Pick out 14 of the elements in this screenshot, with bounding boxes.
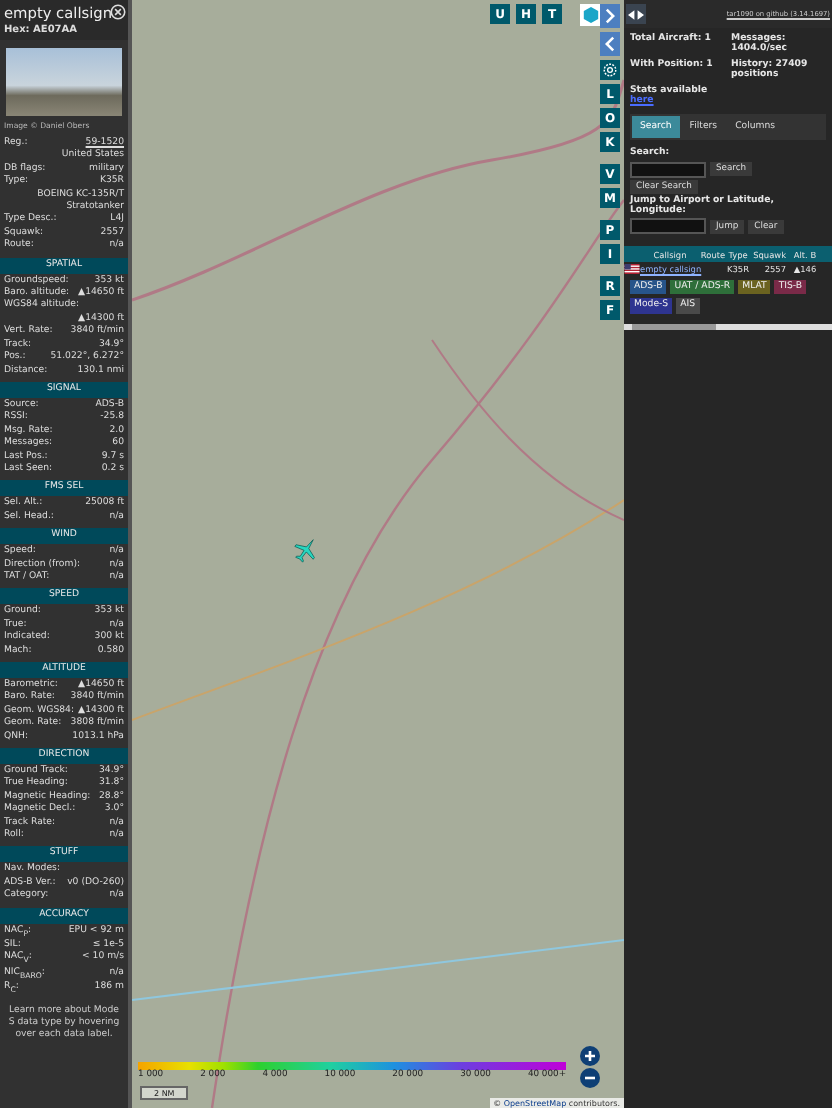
photo-placeholder [6,48,122,116]
settings-button[interactable] [600,60,620,80]
jump-field[interactable] [630,218,706,235]
panel-toggle-button[interactable] [626,4,646,24]
horizontal-scrollbar[interactable] [624,323,832,330]
airplane-icon[interactable] [292,536,320,564]
flag-icon [624,264,640,275]
zoom-in-button[interactable] [580,1046,600,1066]
layers-button[interactable] [580,4,602,26]
search-field[interactable] [630,161,706,178]
zoom-out-button[interactable] [580,1068,600,1088]
close-icon[interactable] [110,4,126,20]
expand-button[interactable] [600,4,620,28]
collapse-button[interactable] [600,32,620,56]
